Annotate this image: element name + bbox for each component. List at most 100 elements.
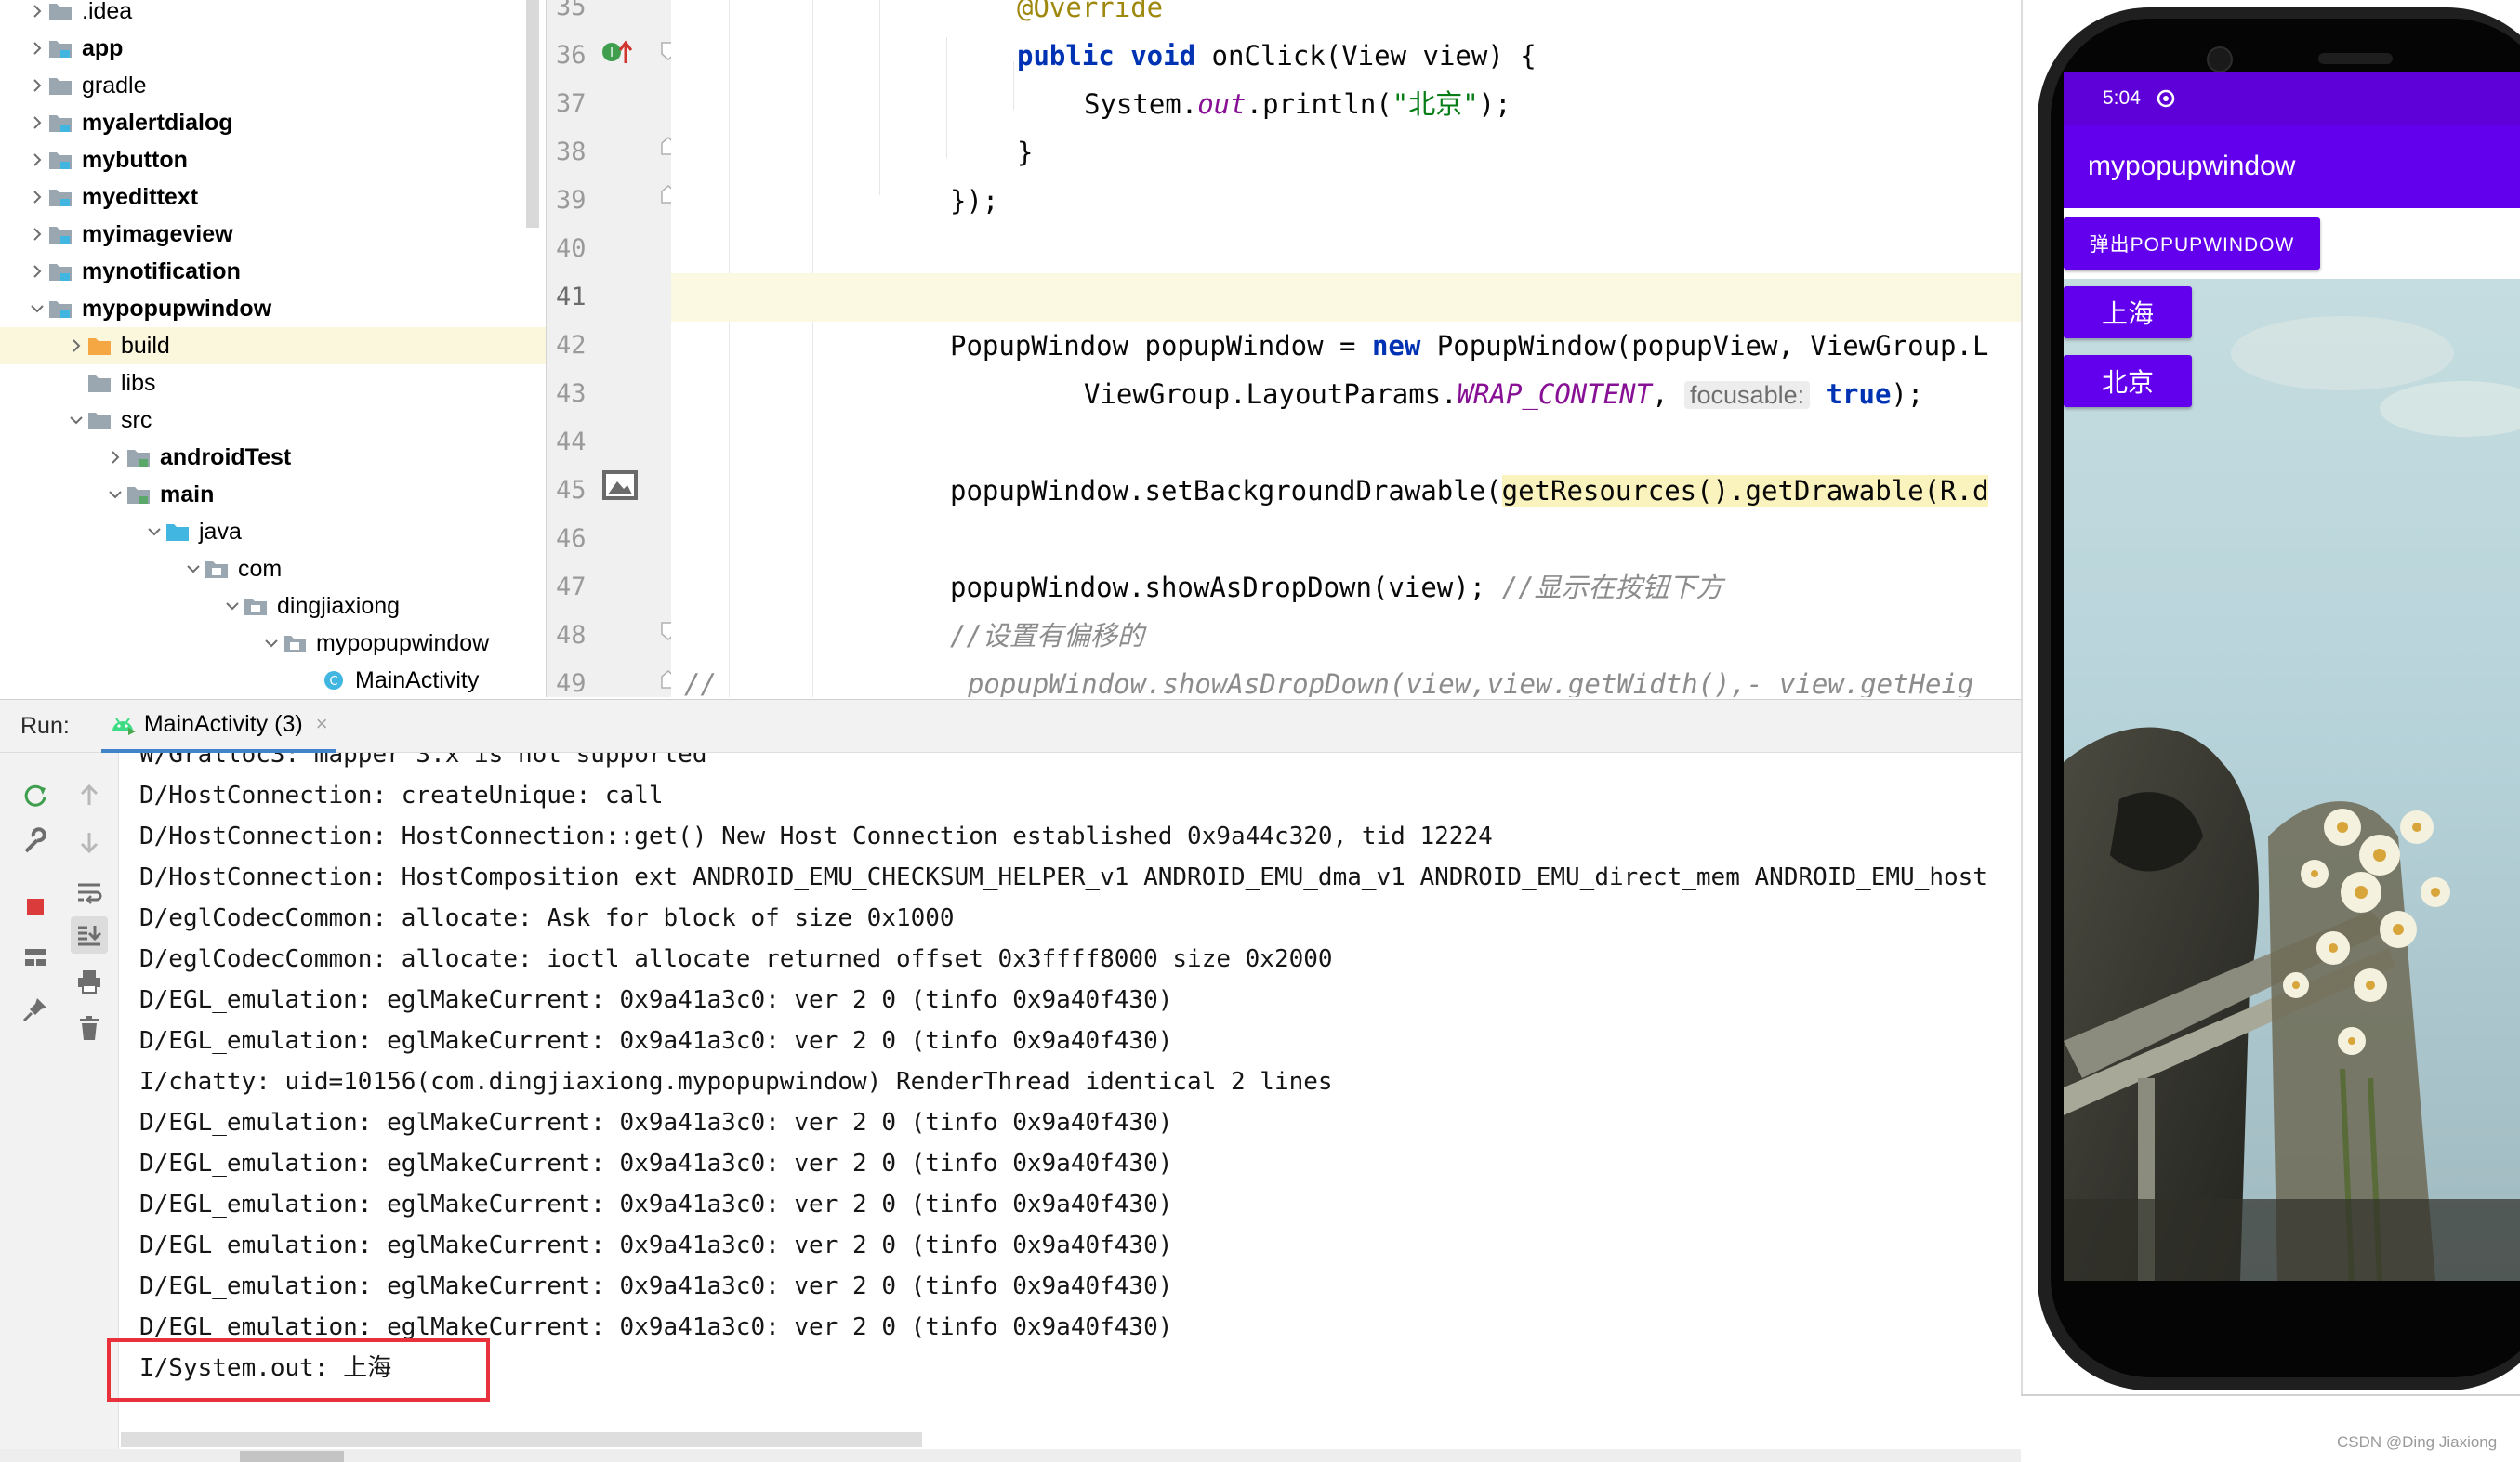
chevron-down-icon[interactable] <box>145 513 164 550</box>
tree-item-com[interactable]: com <box>0 550 547 587</box>
chevron-right-icon[interactable] <box>28 141 46 178</box>
svg-text:C: C <box>329 675 337 689</box>
log-line: D/EGL_emulation: eglMakeCurrent: 0x9a41a… <box>139 1272 1173 1300</box>
tree-item-label: mynotification <box>82 257 241 284</box>
rerun-icon[interactable] <box>17 777 54 814</box>
code-editor[interactable]: @Override public void onClick(View view)… <box>671 0 2021 697</box>
tree-item-app[interactable]: app <box>0 30 547 67</box>
print-icon[interactable] <box>71 963 108 1000</box>
line-number: 40 <box>556 234 587 263</box>
log-line: D/eglCodecCommon: allocate: ioctl alloca… <box>139 945 1333 973</box>
tree-item-myalertdialog[interactable]: myalertdialog <box>0 104 547 141</box>
tree-item-libs[interactable]: libs <box>0 364 547 402</box>
chevron-right-icon[interactable] <box>28 30 46 67</box>
tree-item-src[interactable]: src <box>0 402 547 439</box>
log-line: D/EGL_emulation: eglMakeCurrent: 0x9a41a… <box>139 1150 1173 1178</box>
chevron-down-icon[interactable] <box>184 550 203 587</box>
tree-item-mypopupwindow[interactable]: mypopupwindow <box>0 290 547 327</box>
emulator-screen[interactable]: 5:04 mypopupwindow 弹出POPUPWINDOW 上海 北京 <box>2064 72 2520 1281</box>
close-tab-icon[interactable]: × <box>316 712 328 736</box>
tree-item-mynotification[interactable]: mynotification <box>0 253 547 290</box>
soft-wrap-icon[interactable] <box>71 874 108 911</box>
chevron-right-icon[interactable] <box>67 364 86 402</box>
scroll-to-end-icon[interactable] <box>71 916 108 954</box>
folder-icon <box>46 0 74 23</box>
chevron-right-icon[interactable] <box>28 253 46 290</box>
tree-item-dingjiaxiong[interactable]: dingjiaxiong <box>0 587 547 625</box>
tree-item-androidtest[interactable]: androidTest <box>0 439 547 476</box>
folder-icon <box>86 408 113 432</box>
log-line: D/EGL_emulation: eglMakeCurrent: 0x9a41a… <box>139 986 1173 1014</box>
popup-item-beijing[interactable]: 北京 <box>2064 355 2192 407</box>
log-line: D/HostConnection: createUnique: call <box>139 782 664 810</box>
chevron-down-icon[interactable] <box>262 625 281 662</box>
tree-item-.idea[interactable]: .idea <box>0 0 547 30</box>
chevron-right-icon[interactable] <box>28 67 46 104</box>
source-folder-icon <box>125 445 152 469</box>
watermark: CSDN @Ding Jiaxiong <box>2337 1433 2498 1451</box>
tree-item-main[interactable]: main <box>0 476 547 513</box>
tree-item-myedittext[interactable]: myedittext <box>0 178 547 216</box>
tree-scrollbar[interactable] <box>526 0 539 228</box>
tree-item-label: mypopupwindow <box>82 295 272 322</box>
tree-item-gradle[interactable]: gradle <box>0 67 547 104</box>
tree-item-label: libs <box>121 369 156 396</box>
layout-icon[interactable] <box>17 939 54 976</box>
chevron-down-icon[interactable] <box>67 402 86 439</box>
module-folder-icon <box>46 36 74 60</box>
chevron-down-icon[interactable] <box>28 290 46 327</box>
log-line: D/EGL_emulation: eglMakeCurrent: 0x9a41a… <box>139 1232 1173 1259</box>
stop-icon[interactable] <box>17 889 54 926</box>
scroll-down-icon[interactable] <box>71 823 108 861</box>
tree-item-label: main <box>160 481 215 507</box>
tree-item-myimageview[interactable]: myimageview <box>0 216 547 253</box>
sync-status-icon <box>2157 89 2175 108</box>
folder-icon <box>86 371 113 395</box>
chevron-down-icon[interactable] <box>223 587 242 625</box>
tree-item-mybutton[interactable]: mybutton <box>0 141 547 178</box>
run-label: Run: <box>20 712 70 739</box>
tree-item-build[interactable]: build <box>0 327 547 364</box>
line-number-current: 41 <box>556 283 587 311</box>
chevron-right-icon[interactable] <box>28 216 46 253</box>
popup-item-shanghai[interactable]: 上海 <box>2064 286 2192 338</box>
tree-item-mainactivity[interactable]: C MainActivity <box>0 662 547 697</box>
chevron-right-icon[interactable] <box>301 662 320 697</box>
line-number: 46 <box>556 524 587 553</box>
console-horizontal-scrollbar[interactable] <box>121 1432 922 1447</box>
log-line: I/chatty: uid=10156(com.dingjiaxiong.myp… <box>139 1068 1333 1096</box>
run-tab-mainactivity[interactable]: MainActivity (3) × <box>100 699 336 753</box>
tree-item-java[interactable]: java <box>0 513 547 550</box>
tree-item-label: myimageview <box>82 220 233 247</box>
module-folder-icon <box>46 185 74 209</box>
status-time: 5:04 <box>2103 87 2141 109</box>
tree-item-label: mybutton <box>82 146 188 173</box>
tree-item-label: gradle <box>82 72 147 99</box>
status-bar: 5:04 <box>2064 72 2520 125</box>
tree-item-mypopupwindow[interactable]: mypopupwindow <box>0 625 547 662</box>
chevron-right-icon[interactable] <box>106 439 125 476</box>
tree-item-label: androidTest <box>160 443 292 470</box>
chevron-right-icon[interactable] <box>28 178 46 216</box>
image-resource-icon[interactable] <box>600 468 640 502</box>
line-number: 37 <box>556 89 587 118</box>
folder-icon <box>46 73 74 98</box>
trash-icon[interactable] <box>71 1009 108 1047</box>
chevron-right-icon[interactable] <box>28 0 46 30</box>
wrench-icon[interactable] <box>17 823 54 861</box>
tree-item-label: mypopupwindow <box>316 629 490 656</box>
module-folder-icon <box>46 148 74 172</box>
pin-icon[interactable] <box>17 991 54 1028</box>
override-marker-icon[interactable]: I <box>600 37 634 67</box>
chevron-right-icon[interactable] <box>67 327 86 364</box>
show-popup-button[interactable]: 弹出POPUPWINDOW <box>2064 217 2320 270</box>
bottom-scrollbar-thumb[interactable] <box>240 1451 344 1462</box>
code-line-48: //设置有偏移的 <box>950 620 1144 652</box>
chevron-down-icon[interactable] <box>106 476 125 513</box>
line-number: 47 <box>556 573 587 601</box>
chevron-right-icon[interactable] <box>28 104 46 141</box>
scroll-up-icon[interactable] <box>71 777 108 814</box>
svg-text:I: I <box>610 46 614 60</box>
line-number: 43 <box>556 379 587 408</box>
